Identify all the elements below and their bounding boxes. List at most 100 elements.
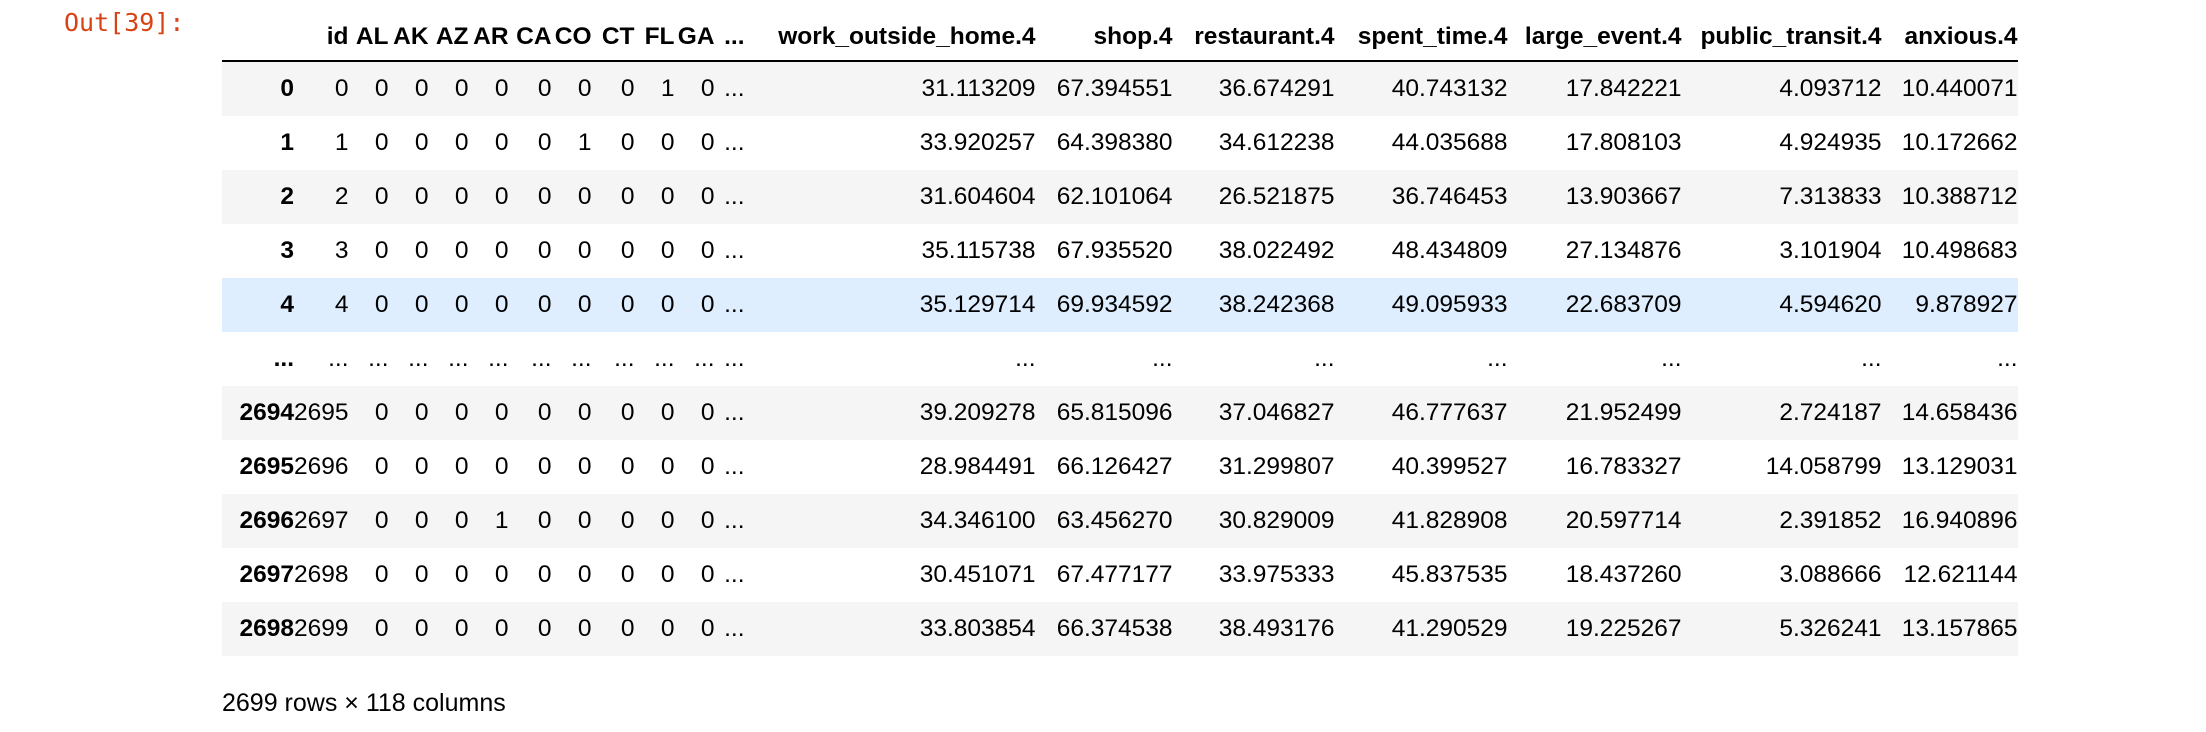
table-cell: 0 xyxy=(700,507,715,534)
table-cell: 0 xyxy=(374,507,389,534)
table-cell: 2 xyxy=(334,183,349,210)
table-cell: 16.940896 xyxy=(1901,507,2018,534)
table-cell: 67.394551 xyxy=(1056,75,1173,102)
table-cell: 0 xyxy=(577,561,592,588)
table-cell: 0 xyxy=(700,399,715,426)
table-cell: 0 xyxy=(414,615,429,642)
row-index: 2 xyxy=(280,183,294,210)
table-cell: ... xyxy=(1487,345,1508,372)
table-cell: 13.903667 xyxy=(1565,183,1682,210)
table-cell: 37.046827 xyxy=(1218,399,1335,426)
table-cell: 10.172662 xyxy=(1901,129,2018,156)
table-cell: 34.612238 xyxy=(1218,129,1335,156)
table-cell: ... xyxy=(488,345,509,372)
table-cell: 0 xyxy=(454,399,469,426)
table-cell: 2.391852 xyxy=(1779,507,1882,534)
table-cell: 3 xyxy=(334,237,349,264)
table-cell: 0 xyxy=(537,183,552,210)
table-cell: 41.828908 xyxy=(1391,507,1508,534)
table-row[interactable]: 2697 2698 0 0 0 0 0 0 0 0 0... 30.451071 67.477177 33… xyxy=(222,548,2018,602)
dataframe-output: id AL AK AZ AR CA CO CT FL GA... work_outside_home… xyxy=(222,14,2018,656)
table-cell: ... xyxy=(724,345,745,372)
column-header: AL xyxy=(355,23,389,50)
table-row[interactable]: 0 0 0 0 0 0 0 0 0 1 0... 31.113209 67.394551 36.67429… xyxy=(222,61,2018,116)
column-header: spent_time.4 xyxy=(1357,23,1508,50)
table-cell: 13.129031 xyxy=(1901,453,2018,480)
table-cell: 4 xyxy=(334,291,349,318)
table-cell: ... xyxy=(1861,345,1882,372)
table-row[interactable]: 2695 2696 0 0 0 0 0 0 0 0 0... 28.984491 66.126427 31… xyxy=(222,440,2018,494)
table-cell: 0 xyxy=(374,183,389,210)
table-cell: 0 xyxy=(537,507,552,534)
table-cell: 62.101064 xyxy=(1056,183,1173,210)
table-cell: 33.975333 xyxy=(1218,561,1335,588)
table-cell: 40.399527 xyxy=(1391,453,1508,480)
table-cell: 39.209278 xyxy=(919,399,1036,426)
table-row[interactable]: 4 4 0 0 0 0 0 0 0 0 0... 35.129714 69.934592 38.24236… xyxy=(222,278,2018,332)
table-row[interactable]: ........................................… xyxy=(222,332,2018,386)
table-cell: 36.674291 xyxy=(1218,75,1335,102)
table-cell: 0 xyxy=(620,237,635,264)
table-row[interactable]: 2 2 0 0 0 0 0 0 0 0 0... 31.604604 62.101064 26.52187… xyxy=(222,170,2018,224)
table-cell: 12.621144 xyxy=(1903,561,2018,588)
row-index: 0 xyxy=(280,75,294,102)
table-cell: 18.437260 xyxy=(1565,561,1682,588)
table-cell: 1 xyxy=(577,129,592,156)
table-cell: ... xyxy=(724,561,745,588)
table-cell: 0 xyxy=(374,399,389,426)
table-cell: 0 xyxy=(660,453,675,480)
table-cell: 0 xyxy=(454,507,469,534)
table-cell: 0 xyxy=(494,399,509,426)
table-cell: 34.346100 xyxy=(919,507,1036,534)
table-cell: 31.113209 xyxy=(921,75,1036,102)
table-row[interactable]: 2698 2699 0 0 0 0 0 0 0 0 0... 33.803854 66.374538 38… xyxy=(222,602,2018,656)
table-cell: 0 xyxy=(374,453,389,480)
table-cell: ... xyxy=(328,345,349,372)
table-cell: 0 xyxy=(620,129,635,156)
table-cell: ... xyxy=(1015,345,1036,372)
table-cell: 31.299807 xyxy=(1218,453,1335,480)
table-cell: 67.477177 xyxy=(1056,561,1173,588)
table-row[interactable]: 2694 2695 0 0 0 0 0 0 0 0 0... 39.209278 65.815096 37… xyxy=(222,386,2018,440)
table-cell: 0 xyxy=(374,561,389,588)
table-cell: 0 xyxy=(414,507,429,534)
table-row[interactable]: 2696 2697 0 0 0 1 0 0 0 0 0... 34.346100 63.456270 30… xyxy=(222,494,2018,548)
column-header: public_transit.4 xyxy=(1700,23,1882,50)
table-cell: 0 xyxy=(374,291,389,318)
table-cell: 0 xyxy=(700,237,715,264)
table-cell: 48.434809 xyxy=(1391,237,1508,264)
table-cell: 10.440071 xyxy=(1901,75,2018,102)
column-header: AZ xyxy=(435,23,469,50)
table-cell: ... xyxy=(724,291,745,318)
table-cell: 0 xyxy=(537,129,552,156)
table-cell: 69.934592 xyxy=(1056,291,1173,318)
table-cell: 1 xyxy=(660,75,675,102)
table-cell: 0 xyxy=(374,129,389,156)
table-row[interactable]: 3 3 0 0 0 0 0 0 0 0 0... 35.115738 67.935520 38.02249… xyxy=(222,224,2018,278)
table-cell: 0 xyxy=(620,399,635,426)
table-cell: ... xyxy=(724,129,745,156)
table-cell: 44.035688 xyxy=(1391,129,1508,156)
table-cell: 35.129714 xyxy=(919,291,1036,318)
table-cell: 0 xyxy=(577,615,592,642)
column-header: ... xyxy=(724,23,745,50)
table-cell: 16.783327 xyxy=(1565,453,1682,480)
table-row[interactable]: 1 1 0 0 0 0 0 1 0 0 0... 33.920257 64.398380 34.61223… xyxy=(222,116,2018,170)
index-header xyxy=(222,14,294,61)
column-header: work_outside_home.4 xyxy=(778,23,1036,50)
table-cell: 30.451071 xyxy=(919,561,1036,588)
table-cell: 0 xyxy=(700,615,715,642)
table-cell: 13.157865 xyxy=(1901,615,2018,642)
table-cell: 0 xyxy=(537,453,552,480)
table-cell: 2697 xyxy=(294,507,349,534)
table-cell: 0 xyxy=(454,75,469,102)
table-cell: 0 xyxy=(494,129,509,156)
table-cell: 41.290529 xyxy=(1391,615,1508,642)
table-cell: 0 xyxy=(577,453,592,480)
table-cell: 1 xyxy=(494,507,509,534)
table-cell: 0 xyxy=(660,183,675,210)
table-cell: 0 xyxy=(537,75,552,102)
table-cell: 63.456270 xyxy=(1056,507,1173,534)
table-cell: 0 xyxy=(454,561,469,588)
table-cell: ... xyxy=(724,507,745,534)
